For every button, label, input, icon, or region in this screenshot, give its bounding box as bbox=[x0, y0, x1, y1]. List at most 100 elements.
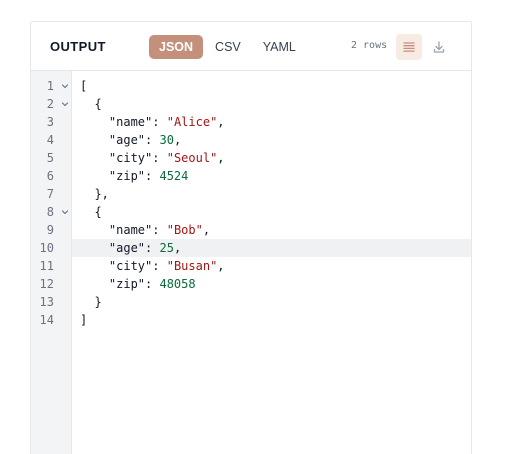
wrap-lines-icon bbox=[403, 42, 415, 52]
line-number-row: 11 bbox=[31, 257, 71, 275]
line-number: 3 bbox=[46, 115, 54, 129]
tab-json[interactable]: JSON bbox=[149, 35, 204, 59]
row-count: 2 rows bbox=[351, 40, 388, 51]
token-pun bbox=[80, 151, 109, 165]
line-number: 8 bbox=[46, 205, 54, 219]
token-pun: : bbox=[152, 151, 167, 165]
code-line[interactable]: "zip": 48058 bbox=[72, 275, 471, 293]
line-number-row: 13 bbox=[31, 293, 71, 311]
code-line[interactable]: "city": "Seoul", bbox=[72, 149, 471, 167]
token-pun: , bbox=[202, 223, 211, 237]
code-line[interactable]: "name": "Bob", bbox=[72, 221, 471, 239]
fold-chevron-icon[interactable] bbox=[61, 98, 69, 110]
code-editor[interactable]: 1 2 3 4 5 6 7 8 9 10 11 12 13 14 [ { "name": "Alice",… bbox=[31, 71, 471, 454]
code-line[interactable]: [ bbox=[72, 77, 471, 95]
token-pun bbox=[80, 115, 109, 129]
token-pun: : bbox=[145, 133, 160, 147]
token-pun: : bbox=[152, 115, 167, 129]
format-tabs: JSON CSV YAML bbox=[149, 35, 306, 59]
token-num: 25 bbox=[159, 241, 174, 255]
line-number: 2 bbox=[46, 97, 54, 111]
token-pun: : bbox=[145, 277, 160, 291]
fold-chevron-icon[interactable] bbox=[61, 206, 69, 218]
line-number: 9 bbox=[46, 223, 54, 237]
code-line[interactable]: { bbox=[72, 95, 471, 113]
code-line[interactable]: "city": "Busan", bbox=[72, 257, 471, 275]
token-pun: } bbox=[80, 295, 102, 309]
line-number: 12 bbox=[39, 277, 54, 291]
token-key: "age" bbox=[108, 133, 146, 147]
token-key: "age" bbox=[108, 241, 146, 255]
token-pun: , bbox=[217, 115, 225, 129]
token-key: "zip" bbox=[108, 169, 146, 183]
line-number-row: 1 bbox=[31, 77, 71, 95]
token-pun: }, bbox=[80, 187, 109, 201]
token-pun bbox=[80, 277, 109, 291]
line-number-row: 5 bbox=[31, 149, 71, 167]
line-number: 5 bbox=[46, 151, 54, 165]
wrap-lines-button[interactable] bbox=[396, 34, 422, 60]
token-num: 30 bbox=[159, 133, 174, 147]
output-title: OUTPUT bbox=[50, 39, 106, 54]
line-number-row: 8 bbox=[31, 203, 71, 221]
token-pun bbox=[80, 133, 109, 147]
line-number-row: 2 bbox=[31, 95, 71, 113]
line-gutter: 1 2 3 4 5 6 7 8 9 10 11 12 13 14 bbox=[31, 71, 72, 454]
tab-yaml[interactable]: YAML bbox=[253, 35, 306, 59]
token-str: "Bob" bbox=[166, 223, 203, 237]
download-icon bbox=[433, 41, 445, 53]
token-key: "city" bbox=[108, 259, 153, 273]
line-number: 11 bbox=[39, 259, 54, 273]
token-key: "name" bbox=[108, 115, 153, 129]
token-pun: : bbox=[145, 241, 160, 255]
token-pun: ] bbox=[80, 313, 88, 327]
output-panel: OUTPUT JSON CSV YAML 2 rows 1 2 3 4 5 6 7 8 9 10 1… bbox=[30, 21, 472, 454]
token-pun bbox=[80, 259, 109, 273]
token-pun: : bbox=[152, 223, 167, 237]
token-num: 4524 bbox=[159, 169, 189, 183]
code-line[interactable]: }, bbox=[72, 185, 471, 203]
code-line[interactable]: } bbox=[72, 293, 471, 311]
line-number-row: 14 bbox=[31, 311, 71, 329]
line-number: 1 bbox=[46, 79, 54, 93]
token-pun: [ bbox=[80, 79, 88, 93]
code-line[interactable]: "zip": 4524 bbox=[72, 167, 471, 185]
token-str: "Seoul" bbox=[166, 151, 218, 165]
code-line[interactable]: { bbox=[72, 203, 471, 221]
token-pun: , bbox=[173, 133, 182, 147]
line-number: 10 bbox=[39, 241, 54, 255]
token-pun bbox=[80, 223, 109, 237]
token-key: "city" bbox=[108, 151, 153, 165]
line-number-row: 3 bbox=[31, 113, 71, 131]
code-line[interactable]: "name": "Alice", bbox=[72, 113, 471, 131]
token-str: "Alice" bbox=[166, 115, 218, 129]
code-line[interactable]: "age": 30, bbox=[72, 131, 471, 149]
line-number: 4 bbox=[46, 133, 54, 147]
code-line[interactable]: ] bbox=[72, 311, 471, 329]
line-number: 14 bbox=[39, 313, 54, 327]
token-pun bbox=[80, 241, 109, 255]
line-number-row: 12 bbox=[31, 275, 71, 293]
code-area[interactable]: [ { "name": "Alice", "age": 30, "city": … bbox=[72, 71, 471, 454]
line-number: 7 bbox=[46, 187, 54, 201]
token-pun: { bbox=[80, 205, 102, 219]
line-number-row: 9 bbox=[31, 221, 71, 239]
token-pun: : bbox=[145, 169, 160, 183]
active-code-line[interactable]: "age": 25, bbox=[72, 239, 471, 257]
token-pun: , bbox=[217, 259, 225, 273]
line-number: 6 bbox=[46, 169, 54, 183]
line-number-row: 7 bbox=[31, 185, 71, 203]
fold-chevron-icon[interactable] bbox=[61, 80, 69, 92]
token-num: 48058 bbox=[159, 277, 196, 291]
token-pun bbox=[80, 169, 109, 183]
token-pun: , bbox=[173, 241, 182, 255]
token-key: "zip" bbox=[108, 277, 146, 291]
token-str: "Busan" bbox=[166, 259, 218, 273]
download-button[interactable] bbox=[426, 34, 452, 60]
line-number-row: 6 bbox=[31, 167, 71, 185]
token-pun: : bbox=[152, 259, 167, 273]
line-number: 13 bbox=[39, 295, 54, 309]
token-pun: , bbox=[217, 151, 225, 165]
token-key: "name" bbox=[108, 223, 153, 237]
tab-csv[interactable]: CSV bbox=[205, 35, 251, 59]
